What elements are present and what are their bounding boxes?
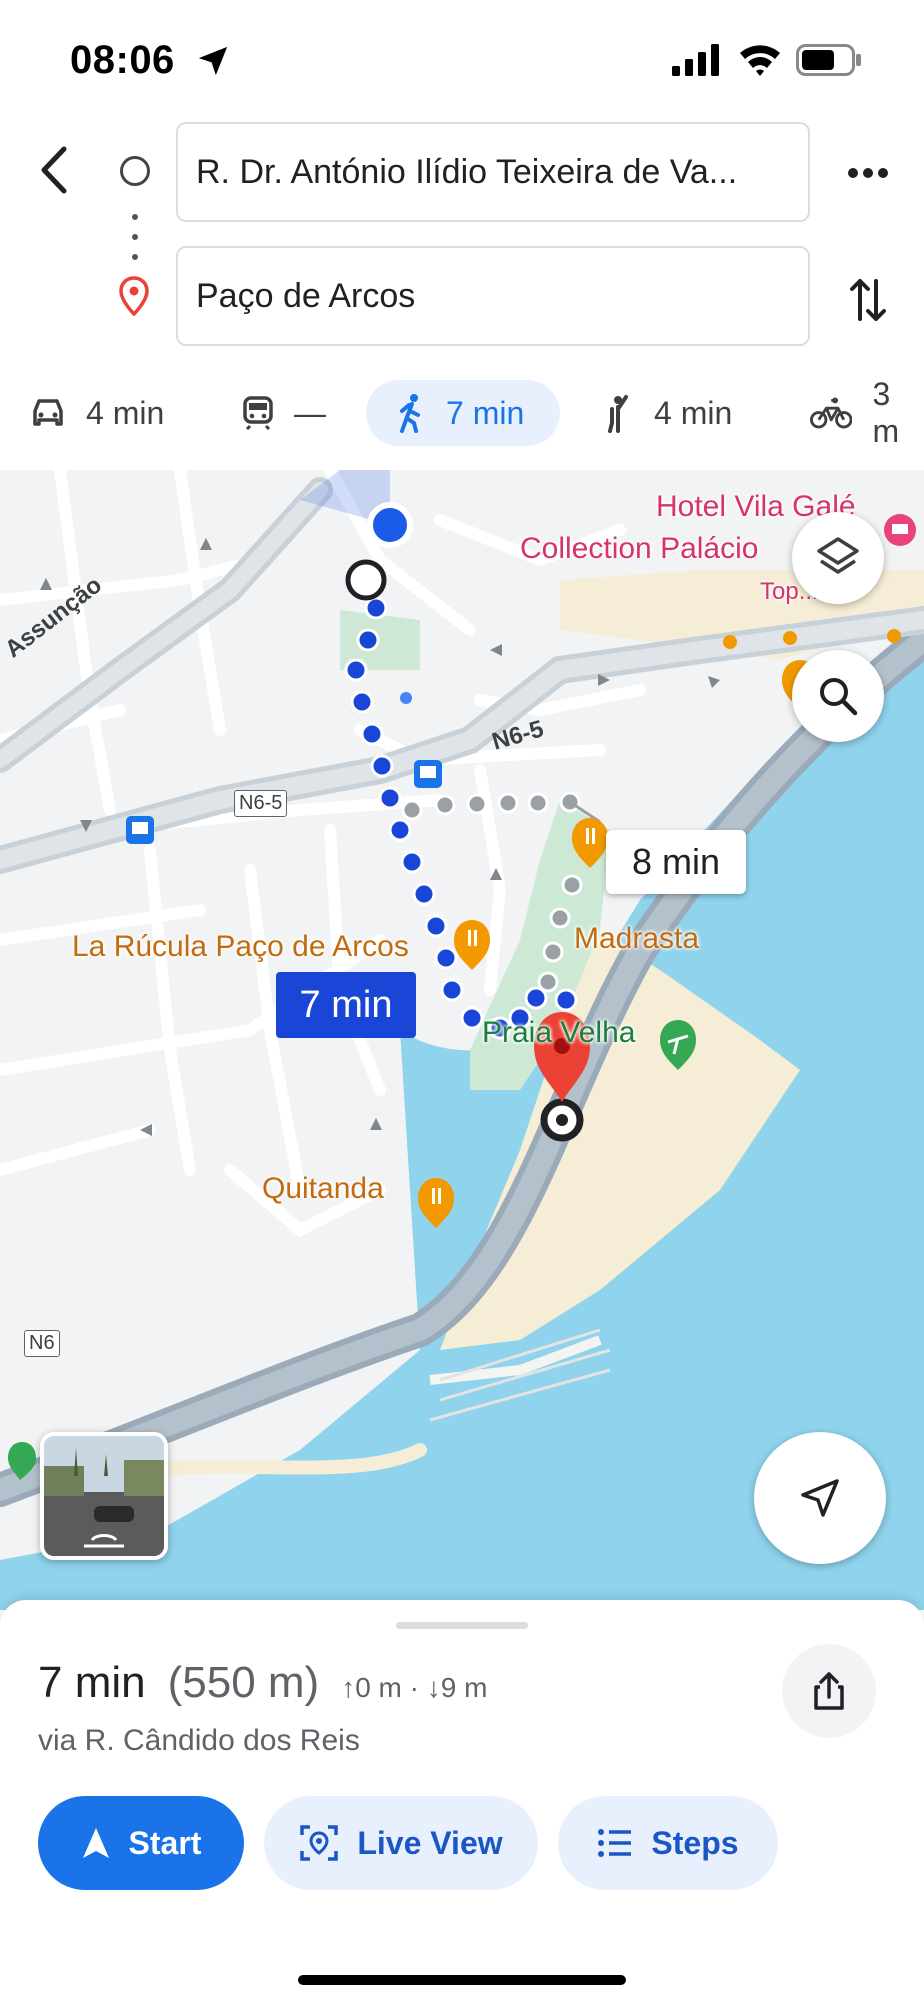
mode-walk-label: 7 min [446, 394, 525, 431]
road-shield-n6-5: N6-5 [234, 790, 288, 817]
car-icon [33, 399, 63, 426]
alternative-route-time-label[interactable]: 8 min [606, 830, 746, 894]
poi-hotel-line2[interactable]: Collection Palácio [520, 532, 758, 566]
swap-button[interactable] [840, 268, 896, 332]
more-options-button[interactable] [838, 148, 898, 198]
street-view-image [44, 1436, 164, 1556]
route-summary-sheet: 7 min (550 m) ↑0 m · ↓9 m via R. Cândido… [0, 1600, 924, 2000]
start-button[interactable]: Start [38, 1796, 244, 1890]
navigation-start-icon [82, 1828, 109, 1858]
street-view-thumbnail[interactable] [40, 1432, 168, 1560]
steps-button-label: Steps [651, 1824, 739, 1861]
start-button-label: Start [128, 1824, 202, 1861]
search-along-route-button[interactable] [792, 650, 884, 742]
swap-icon [850, 279, 886, 321]
battery-icon [796, 44, 861, 76]
poi-praia-velha[interactable]: Praia Velha [482, 1016, 635, 1050]
sheet-drag-handle[interactable] [396, 1622, 528, 1629]
navigation-arrow-icon [801, 1479, 839, 1517]
destination-pin-icon [119, 276, 149, 316]
route-summary: 7 min (550 m) ↑0 m · ↓9 m [38, 1658, 487, 1708]
recenter-button[interactable] [754, 1432, 886, 1564]
share-icon [814, 1672, 844, 1710]
mode-walk[interactable]: 7 min [366, 380, 560, 446]
poi-la-rucula[interactable]: La Rúcula Paço de Arcos [72, 930, 409, 964]
summary-elevation: ↑0 m · ↓9 m [341, 1672, 488, 1703]
status-bar: 08:06 [0, 0, 924, 120]
train-icon [243, 396, 273, 430]
mode-car[interactable]: 4 min [30, 380, 164, 446]
route-time-label[interactable]: 7 min [276, 972, 416, 1038]
home-indicator [298, 1975, 626, 1985]
summary-time: 7 min [38, 1658, 146, 1707]
mode-car-label: 4 min [86, 394, 165, 431]
layers-icon [817, 537, 859, 574]
mode-bike[interactable]: 3 m [810, 376, 924, 449]
poi-quitanda[interactable]: Quitanda [262, 1172, 384, 1206]
mode-ride[interactable]: 4 min [604, 380, 732, 446]
back-arrow-icon [41, 146, 67, 194]
mode-ride-label: 4 min [654, 394, 733, 431]
travel-modes: 4 min — 7 min 4 min 3 m [0, 370, 924, 470]
destination-field[interactable]: Paço de Arcos [176, 246, 810, 346]
more-icon [848, 168, 888, 178]
origin-circle-icon [120, 156, 150, 186]
location-arrow-icon [198, 46, 228, 76]
route-via: via R. Cândido dos Reis [38, 1724, 360, 1757]
wifi-icon [740, 45, 780, 76]
steps-button[interactable]: Steps [558, 1796, 778, 1890]
signal-icon [672, 44, 719, 76]
layers-button[interactable] [792, 512, 884, 604]
road-shield-n6: N6 [24, 1330, 60, 1357]
origin-field[interactable]: R. Dr. António Ilídio Teixeira de Va... [176, 122, 810, 222]
current-location-dot [367, 502, 413, 548]
share-button[interactable] [782, 1644, 876, 1738]
live-view-button-label: Live View [357, 1824, 503, 1861]
mode-transit-label: — [294, 394, 326, 431]
summary-distance: (550 m) [167, 1658, 320, 1707]
mode-bike-label: 3 m [872, 376, 900, 449]
route-connector [131, 214, 139, 260]
poi-madrasta[interactable]: Madrasta [574, 922, 699, 956]
back-button[interactable] [28, 140, 78, 200]
walking-icon [400, 394, 420, 433]
search-icon [820, 678, 858, 716]
hailing-icon [608, 395, 628, 433]
bicycle-icon [810, 397, 853, 429]
list-icon [598, 1829, 632, 1857]
mode-transit[interactable]: — [242, 380, 326, 446]
live-view-button[interactable]: Live View [264, 1796, 538, 1890]
route-origin-marker [345, 559, 387, 601]
map-view[interactable]: Hotel Vila Galé Collection Palácio Top..… [0, 470, 924, 1610]
status-time: 08:06 [70, 38, 175, 82]
live-view-icon [300, 1825, 339, 1861]
directions-header: R. Dr. António Ilídio Teixeira de Va... … [0, 110, 924, 360]
